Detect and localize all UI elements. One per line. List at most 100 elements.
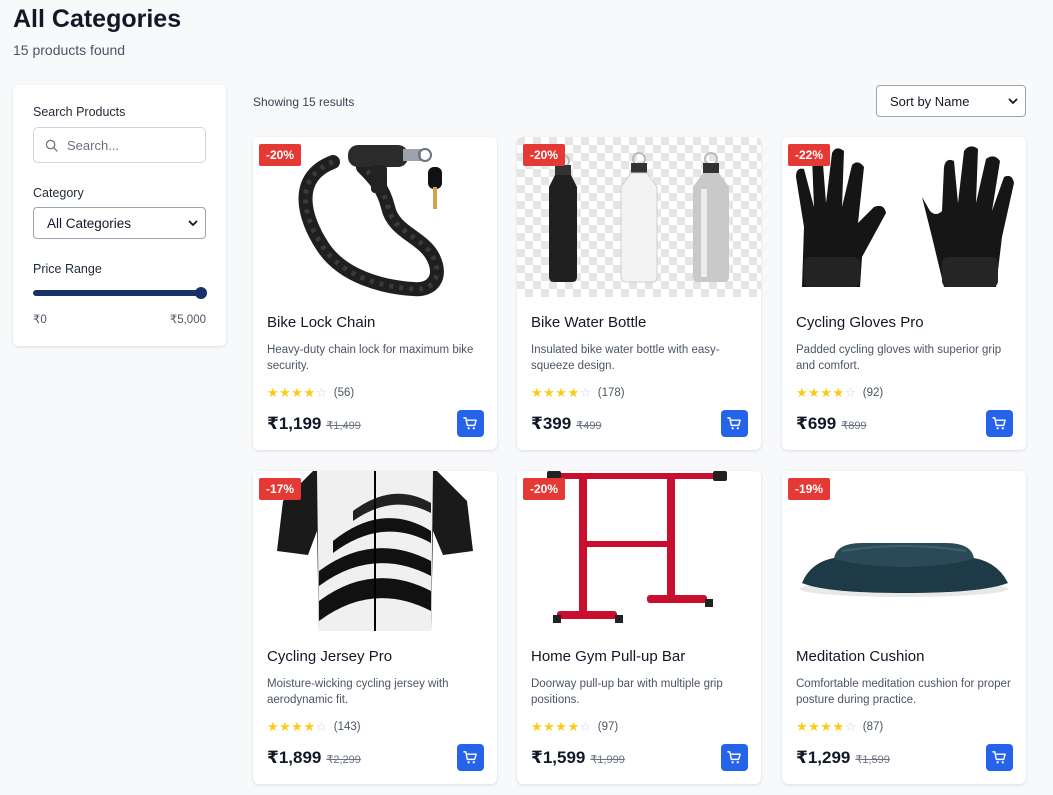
chevron-down-icon [1008, 98, 1018, 104]
product-name[interactable]: Cycling Gloves Pro [796, 314, 924, 331]
product-image-cycling-gloves[interactable]: -22% [782, 137, 1026, 297]
price-row: ₹1,899 ₹2,299 [267, 748, 361, 768]
category-label: Category [33, 186, 84, 200]
discount-badge: -20% [259, 144, 302, 166]
products-found-count: 15 products found [13, 42, 126, 58]
product-old-price: ₹1,999 [590, 754, 625, 766]
product-description: Doorway pull-up bar with multiple grip p… [531, 678, 723, 706]
discount-badge: -19% [788, 478, 831, 500]
product-name[interactable]: Meditation Cushion [796, 648, 924, 665]
cart-icon [992, 751, 1006, 764]
search-input[interactable] [67, 137, 197, 153]
star-rating-icon: ★★★★☆ [267, 719, 328, 734]
product-card[interactable]: -22% Cycling Gloves Pro Padded cycling g… [782, 137, 1026, 450]
product-old-price: ₹2,299 [326, 754, 361, 766]
product-description: Insulated bike water bottle with easy-sq… [531, 344, 720, 372]
add-to-cart-button[interactable] [457, 744, 484, 771]
discount-badge: -17% [259, 478, 302, 500]
star-rating-icon: ★★★★☆ [531, 719, 592, 734]
cart-icon [463, 417, 477, 430]
rating-count: (97) [597, 721, 619, 733]
filter-sidebar: Search Products Category All Categories … [13, 85, 226, 346]
category-select-value: All Categories [47, 215, 132, 231]
results-count: Showing 15 results [253, 95, 355, 109]
price-range-labels: ₹0 ₹5,000 [33, 312, 206, 326]
product-image-cycling-jersey[interactable]: -17% [253, 471, 497, 631]
product-description: Heavy-duty chain lock for maximum bike s… [267, 344, 474, 372]
product-price: ₹1,299 [796, 748, 851, 767]
product-old-price: ₹1,599 [855, 754, 890, 766]
price-row: ₹1,199 ₹1,499 [267, 414, 361, 434]
product-image-bike-lock[interactable]: -20% [253, 137, 497, 297]
product-description: Comfortable meditation cushion for prope… [796, 678, 1011, 706]
product-rating: ★★★★☆ (56) [267, 385, 354, 401]
product-card[interactable]: -20% Home Gym Pull-up Bar Doorway pull-u… [517, 471, 761, 784]
add-to-cart-button[interactable] [457, 410, 484, 437]
product-name[interactable]: Home Gym Pull-up Bar [531, 648, 685, 665]
star-rating-icon: ★★★★☆ [796, 719, 857, 734]
price-row: ₹399 ₹499 [531, 414, 602, 434]
price-min-label: ₹0 [33, 314, 47, 326]
sort-select-value: Sort by Name [890, 93, 970, 109]
price-row: ₹1,599 ₹1,999 [531, 748, 625, 768]
product-price: ₹699 [796, 414, 837, 433]
price-range-label: Price Range [33, 262, 102, 276]
search-field[interactable] [33, 127, 206, 163]
price-row: ₹1,299 ₹1,599 [796, 748, 890, 768]
price-row: ₹699 ₹899 [796, 414, 867, 434]
discount-badge: -20% [523, 144, 566, 166]
product-card[interactable]: -17% Cycling Jersey Pro Moisture-wicking… [253, 471, 497, 784]
product-name[interactable]: Bike Lock Chain [267, 314, 375, 331]
product-old-price: ₹899 [841, 420, 867, 432]
add-to-cart-button[interactable] [986, 410, 1013, 437]
product-image-meditation-cushion[interactable]: -19% [782, 471, 1026, 631]
rating-count: (178) [597, 387, 625, 399]
search-icon [45, 139, 58, 152]
category-select[interactable]: All Categories [33, 207, 206, 239]
star-rating-icon: ★★★★☆ [796, 385, 857, 400]
product-price: ₹399 [531, 414, 572, 433]
star-rating-icon: ★★★★☆ [267, 385, 328, 400]
product-rating: ★★★★☆ (97) [531, 719, 618, 735]
rating-count: (143) [333, 721, 361, 733]
add-to-cart-button[interactable] [721, 744, 748, 771]
product-card[interactable]: -19% Meditation Cushion Comfortable medi… [782, 471, 1026, 784]
search-label: Search Products [33, 105, 126, 119]
product-card[interactable]: -20% Bike Lock Chain Heavy-duty chain lo… [253, 137, 497, 450]
sort-select[interactable]: Sort by Name [876, 85, 1026, 117]
star-rating-icon: ★★★★☆ [531, 385, 592, 400]
rating-count: (56) [333, 387, 355, 399]
price-max-label: ₹5,000 [169, 314, 206, 326]
discount-badge: -20% [523, 478, 566, 500]
product-price: ₹1,199 [267, 414, 322, 433]
rating-count: (87) [862, 721, 884, 733]
page-header: All Categories 15 products found [13, 4, 181, 58]
product-old-price: ₹499 [576, 420, 602, 432]
price-range-thumb[interactable] [195, 287, 207, 299]
product-rating: ★★★★☆ (178) [531, 385, 625, 401]
cart-icon [727, 751, 741, 764]
product-rating: ★★★★☆ (87) [796, 719, 883, 735]
cart-icon [727, 417, 741, 430]
product-rating: ★★★★☆ (92) [796, 385, 883, 401]
product-old-price: ₹1,499 [326, 420, 361, 432]
product-name[interactable]: Bike Water Bottle [531, 314, 646, 331]
price-range-slider[interactable] [33, 287, 207, 299]
product-image-water-bottle[interactable]: -20% [517, 137, 761, 297]
product-description: Moisture-wicking cycling jersey with aer… [267, 678, 449, 706]
page-title: All Categories [13, 5, 182, 33]
cart-icon [463, 751, 477, 764]
product-description: Padded cycling gloves with superior grip… [796, 344, 1002, 372]
cart-icon [992, 417, 1006, 430]
add-to-cart-button[interactable] [986, 744, 1013, 771]
product-image-pull-up-bar[interactable]: -20% [517, 471, 761, 631]
add-to-cart-button[interactable] [721, 410, 748, 437]
product-name[interactable]: Cycling Jersey Pro [267, 648, 392, 665]
discount-badge: -22% [788, 144, 831, 166]
product-price: ₹1,899 [267, 748, 322, 767]
product-card[interactable]: -20% Bike Water Bottle Insulated bike wa… [517, 137, 761, 450]
product-rating: ★★★★☆ (143) [267, 719, 361, 735]
chevron-down-icon [188, 220, 198, 226]
rating-count: (92) [862, 387, 884, 399]
product-price: ₹1,599 [531, 748, 586, 767]
